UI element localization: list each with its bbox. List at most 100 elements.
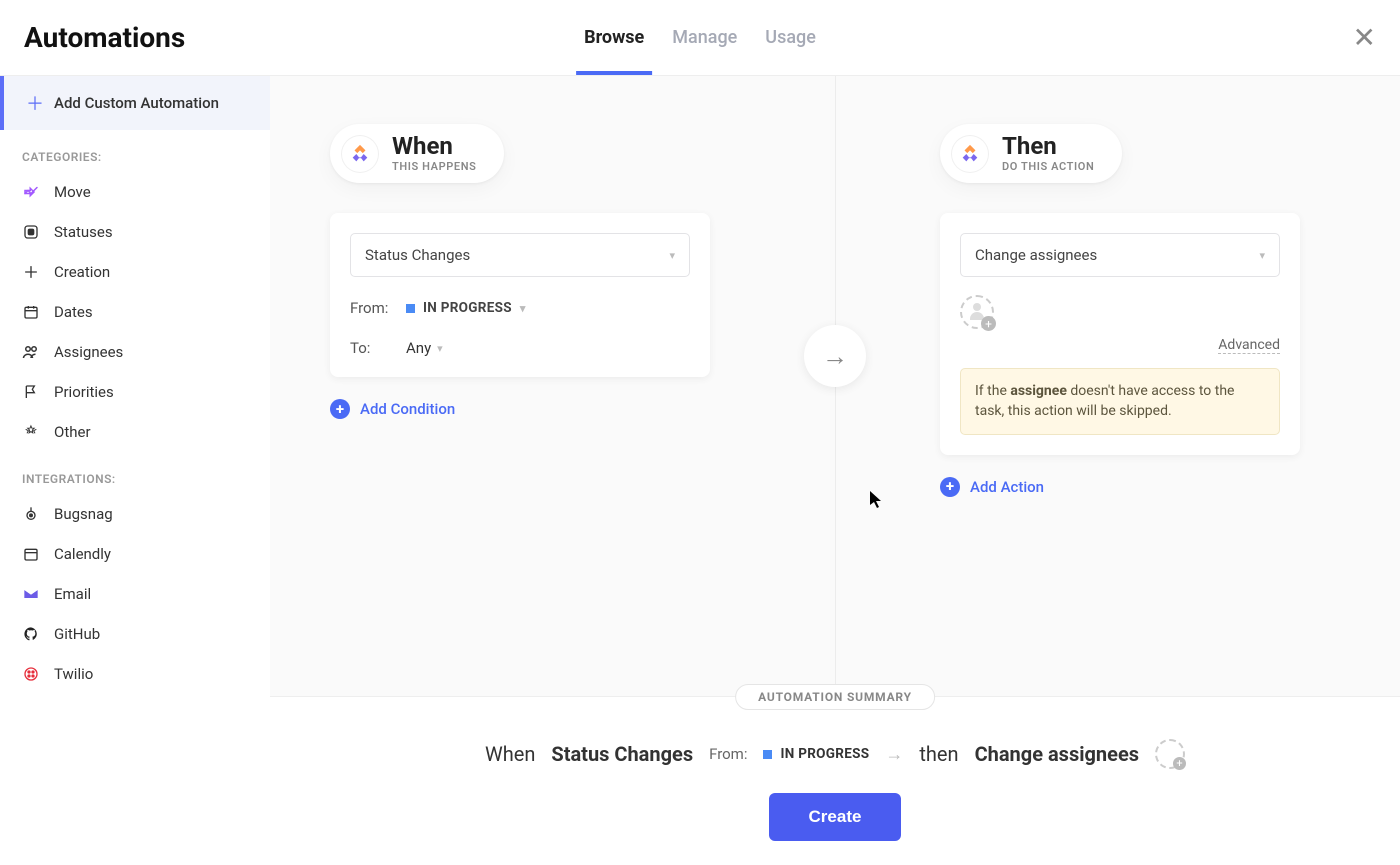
clickup-logo-icon bbox=[342, 136, 378, 172]
then-column: Then DO THIS ACTION Change assignees ▾ A… bbox=[940, 124, 1340, 497]
add-custom-label: Add Custom Automation bbox=[54, 94, 219, 112]
sidebar-item-dates[interactable]: Dates bbox=[0, 292, 270, 332]
chevron-down-icon: ▾ bbox=[437, 342, 443, 355]
sidebar-item-statuses[interactable]: Statuses bbox=[0, 212, 270, 252]
from-label: From: bbox=[350, 299, 406, 317]
when-card: Status Changes ▾ From: IN PROGRESS ▾ bbox=[330, 213, 710, 377]
add-condition-button[interactable]: + Add Condition bbox=[330, 399, 730, 419]
page-title: Automations bbox=[24, 21, 185, 54]
summary-from-status: IN PROGRESS bbox=[763, 746, 869, 762]
tabs: Browse Manage Usage bbox=[584, 0, 816, 75]
to-status-select[interactable]: Any ▾ bbox=[406, 339, 443, 357]
sidebar-item-calendly[interactable]: Calendly bbox=[0, 534, 270, 574]
sidebar-item-label: Statuses bbox=[54, 223, 113, 241]
sidebar-item-label: Dates bbox=[54, 303, 93, 321]
summary-trigger: Status Changes bbox=[551, 742, 693, 766]
arrow-right-icon: → bbox=[885, 744, 903, 765]
to-status-value: Any bbox=[406, 339, 431, 357]
then-subtitle: DO THIS ACTION bbox=[1002, 160, 1094, 173]
header: Automations Browse Manage Usage ✕ bbox=[0, 0, 1400, 76]
add-condition-label: Add Condition bbox=[360, 400, 455, 418]
advanced-link[interactable]: Advanced bbox=[1218, 337, 1280, 354]
then-card: Change assignees ▾ Advanced If the assig… bbox=[940, 213, 1300, 455]
assignees-icon bbox=[22, 343, 40, 361]
sidebar-item-github[interactable]: GitHub bbox=[0, 614, 270, 654]
sidebar-item-label: Other bbox=[54, 423, 91, 441]
chevron-down-icon: ▾ bbox=[520, 302, 526, 315]
summary-when: When bbox=[485, 742, 535, 766]
automation-builder: → When THIS HAPPENS bbox=[270, 76, 1400, 696]
then-title: Then bbox=[1002, 134, 1094, 158]
create-button[interactable]: Create bbox=[769, 793, 902, 841]
sidebar-item-email[interactable]: Email bbox=[0, 574, 270, 614]
sidebar-item-label: Calendly bbox=[54, 545, 111, 563]
clickup-logo-icon bbox=[952, 136, 988, 172]
summary-action: Change assignees bbox=[975, 742, 1139, 766]
chevron-down-icon: ▾ bbox=[1259, 249, 1265, 262]
summary-then: then bbox=[919, 742, 958, 766]
sidebar-item-move[interactable]: Move bbox=[0, 172, 270, 212]
sidebar: ＋ Add Custom Automation CATEGORIES: Move… bbox=[0, 76, 270, 865]
add-action-label: Add Action bbox=[970, 478, 1044, 496]
to-label: To: bbox=[350, 339, 406, 357]
sidebar-item-assignees[interactable]: Assignees bbox=[0, 332, 270, 372]
chevron-down-icon: ▾ bbox=[669, 249, 675, 262]
github-icon bbox=[22, 625, 40, 643]
creation-icon bbox=[22, 263, 40, 281]
action-value: Change assignees bbox=[975, 246, 1097, 264]
add-custom-automation-button[interactable]: ＋ Add Custom Automation bbox=[0, 76, 270, 130]
summary-from-label: From: bbox=[709, 745, 747, 763]
statuses-icon bbox=[22, 223, 40, 241]
twilio-icon bbox=[22, 665, 40, 683]
action-select[interactable]: Change assignees ▾ bbox=[960, 233, 1280, 277]
when-title: When bbox=[392, 134, 476, 158]
sidebar-item-label: Move bbox=[54, 183, 91, 201]
sidebar-item-priorities[interactable]: Priorities bbox=[0, 372, 270, 412]
when-subtitle: THIS HAPPENS bbox=[392, 160, 476, 173]
status-color-swatch bbox=[763, 750, 772, 759]
sidebar-item-creation[interactable]: Creation bbox=[0, 252, 270, 292]
arrow-right-icon: → bbox=[804, 325, 866, 387]
tab-manage[interactable]: Manage bbox=[672, 0, 737, 75]
summary-badge: AUTOMATION SUMMARY bbox=[735, 684, 935, 710]
from-status-select[interactable]: IN PROGRESS ▾ bbox=[406, 300, 526, 316]
close-icon[interactable]: ✕ bbox=[1353, 24, 1376, 52]
sidebar-item-other[interactable]: Other bbox=[0, 412, 270, 452]
sidebar-item-label: GitHub bbox=[54, 625, 100, 643]
plus-circle-icon: + bbox=[330, 399, 350, 419]
summary-assignee-icon bbox=[1155, 739, 1185, 769]
from-status-value: IN PROGRESS bbox=[423, 300, 512, 316]
when-column: When THIS HAPPENS Status Changes ▾ From: bbox=[330, 124, 730, 497]
email-icon bbox=[22, 585, 40, 603]
sidebar-item-bugsnag[interactable]: Bugsnag bbox=[0, 494, 270, 534]
bugsnag-icon bbox=[22, 505, 40, 523]
info-message: If the assignee doesn't have access to t… bbox=[960, 368, 1280, 435]
trigger-value: Status Changes bbox=[365, 246, 470, 264]
plus-icon: ＋ bbox=[26, 90, 44, 116]
add-action-button[interactable]: + Add Action bbox=[940, 477, 1340, 497]
priorities-icon bbox=[22, 383, 40, 401]
sidebar-item-label: Assignees bbox=[54, 343, 123, 361]
dates-icon bbox=[22, 303, 40, 321]
status-color-swatch bbox=[406, 304, 415, 313]
main: → When THIS HAPPENS bbox=[270, 76, 1400, 865]
sidebar-item-label: Creation bbox=[54, 263, 110, 281]
categories-heading: CATEGORIES: bbox=[0, 130, 270, 172]
sidebar-item-label: Email bbox=[54, 585, 91, 603]
sidebar-item-label: Priorities bbox=[54, 383, 114, 401]
sidebar-item-twilio[interactable]: Twilio bbox=[0, 654, 270, 694]
automation-summary: AUTOMATION SUMMARY When Status Changes F… bbox=[270, 696, 1400, 865]
summary-from-value: IN PROGRESS bbox=[780, 746, 869, 762]
other-icon bbox=[22, 423, 40, 441]
move-icon bbox=[22, 183, 40, 201]
add-assignee-button[interactable] bbox=[960, 295, 994, 329]
tab-usage[interactable]: Usage bbox=[765, 0, 816, 75]
sidebar-item-label: Bugsnag bbox=[54, 505, 113, 523]
calendly-icon bbox=[22, 545, 40, 563]
when-pill: When THIS HAPPENS bbox=[330, 124, 504, 183]
tab-browse[interactable]: Browse bbox=[584, 0, 644, 75]
integrations-heading: INTEGRATIONS: bbox=[0, 452, 270, 494]
then-pill: Then DO THIS ACTION bbox=[940, 124, 1122, 183]
sidebar-item-label: Twilio bbox=[54, 665, 93, 683]
trigger-select[interactable]: Status Changes ▾ bbox=[350, 233, 690, 277]
